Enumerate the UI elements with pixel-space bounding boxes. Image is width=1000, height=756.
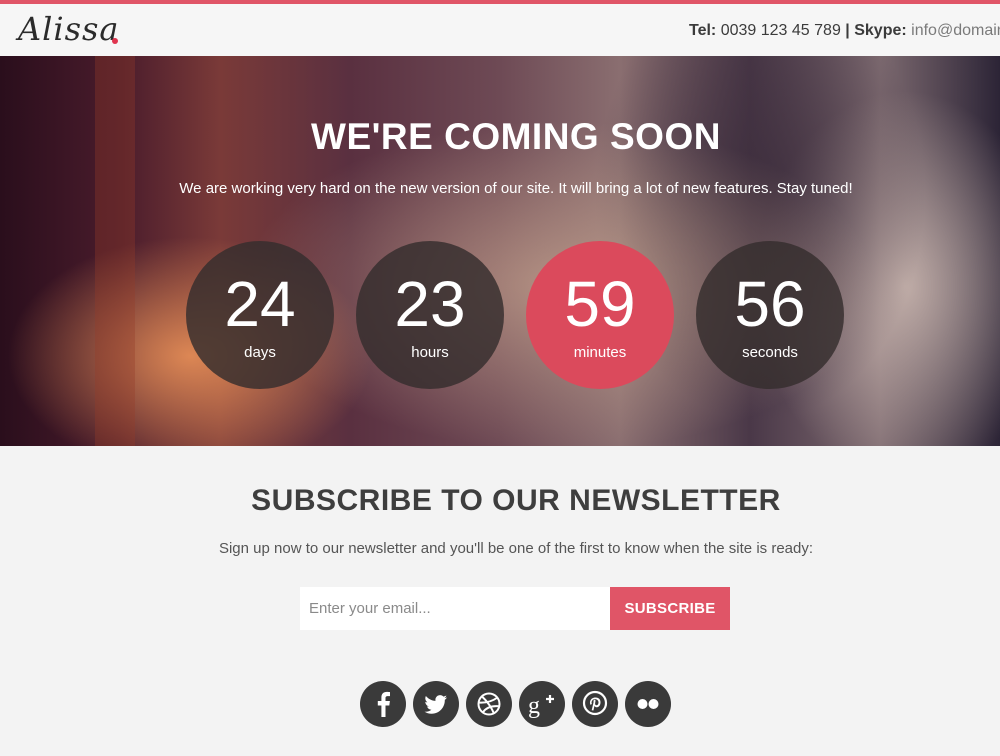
header: Alissa Tel: 0039 123 45 789 | Skype: inf…: [0, 4, 1000, 56]
skype-value[interactable]: info@domain.: [911, 22, 1000, 39]
countdown-seconds: 56 seconds: [696, 241, 844, 389]
countdown-days-value: 24: [224, 268, 296, 340]
subscribe-button[interactable]: SUBSCRIBE: [610, 587, 730, 630]
contact-separator: |: [845, 22, 850, 39]
svg-text:g: g: [528, 693, 540, 719]
google-plus-icon[interactable]: g: [519, 681, 565, 727]
countdown-minutes-value: 59: [564, 268, 636, 340]
facebook-icon[interactable]: [360, 681, 406, 727]
dribbble-icon[interactable]: [466, 681, 512, 727]
tel-label: Tel:: [689, 22, 717, 39]
countdown-seconds-label: seconds: [742, 344, 798, 361]
pinterest-icon[interactable]: [572, 681, 618, 727]
logo[interactable]: Alissa: [18, 10, 120, 48]
email-input[interactable]: [300, 587, 610, 630]
flickr-icon[interactable]: [625, 681, 671, 727]
countdown-days: 24 days: [186, 241, 334, 389]
twitter-icon[interactable]: [413, 681, 459, 727]
skype-label: Skype:: [854, 22, 907, 39]
tel-value: 0039 123 45 789: [720, 22, 841, 39]
contact-info: Tel: 0039 123 45 789 | Skype: info@domai…: [689, 22, 1000, 40]
countdown-hours-value: 23: [394, 268, 466, 340]
countdown-hours-label: hours: [411, 344, 449, 361]
hero-title: WE'RE COMING SOON: [311, 116, 721, 157]
hero-background-detail: [95, 56, 135, 446]
newsletter-title: SUBSCRIBE TO OUR NEWSLETTER: [251, 484, 781, 517]
newsletter-description: Sign up now to our newsletter and you'll…: [218, 540, 814, 557]
logo-dot: [112, 38, 118, 44]
countdown-seconds-value: 56: [734, 268, 806, 340]
countdown-minutes: 59 minutes: [526, 241, 674, 389]
hero-section: WE'RE COMING SOON We are working very ha…: [0, 56, 1000, 446]
hero-subtitle: We are working very hard on the new vers…: [179, 180, 853, 197]
countdown-hours: 23 hours: [356, 241, 504, 389]
countdown-days-label: days: [244, 344, 276, 361]
countdown-minutes-label: minutes: [573, 344, 627, 361]
